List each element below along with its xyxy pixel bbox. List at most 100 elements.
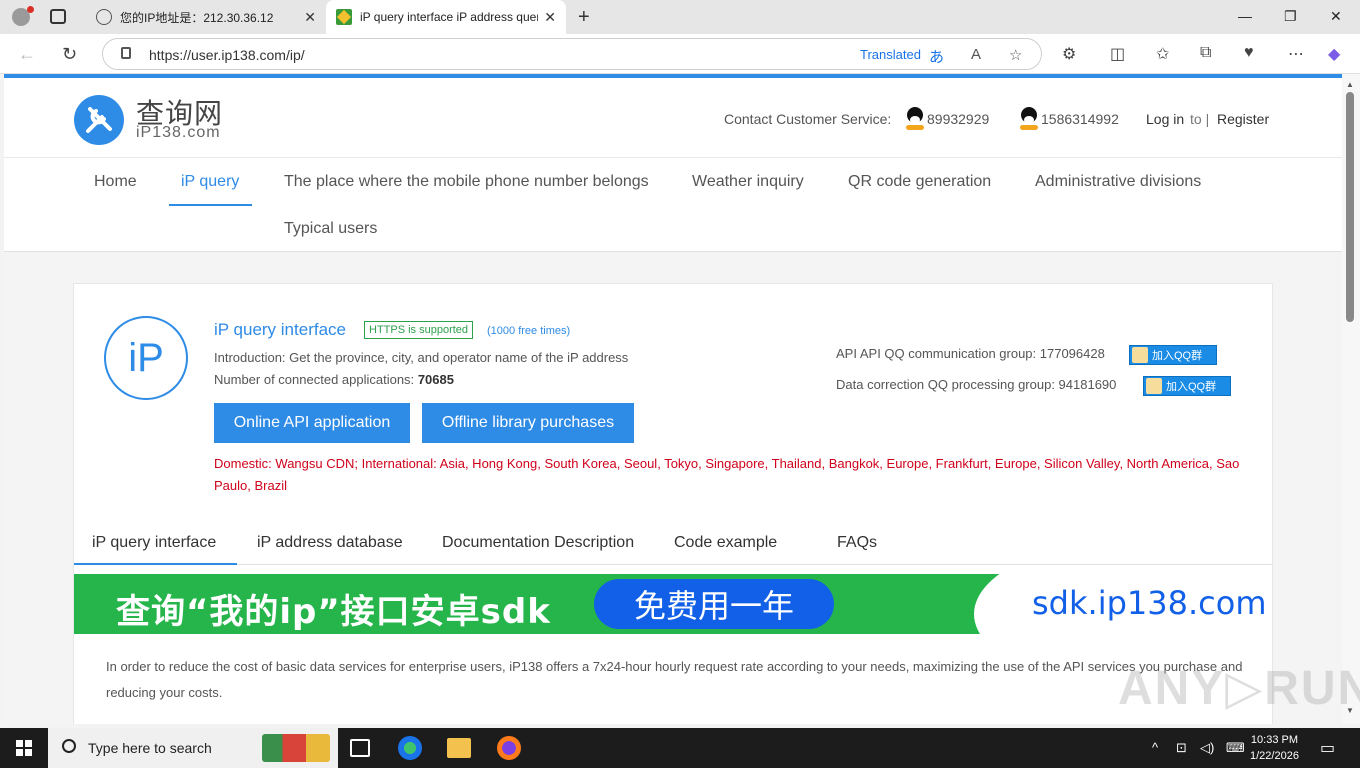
browser-tab-ip-query[interactable]: iP query interface iP address quer ✕ — [326, 0, 566, 34]
favorite-star-icon[interactable]: ☆ — [1009, 46, 1022, 64]
translated-indicator[interactable]: Translated — [860, 47, 921, 62]
contact-label: Contact Customer Service: — [724, 111, 892, 127]
nav-ip-query[interactable]: iP query — [181, 173, 239, 191]
clock-date: 1/22/2026 — [1250, 750, 1299, 762]
server-locations: Domestic: Wangsu CDN; International: Asi… — [214, 456, 1240, 493]
https-badge: HTTPS is supported — [364, 321, 474, 339]
free-times-note: (1000 free times) — [487, 325, 571, 337]
url-text[interactable]: https://user.ip138.com/ip/ — [149, 47, 305, 63]
tray-chevron-icon[interactable]: ^ — [1152, 740, 1158, 755]
tab-active-underline — [74, 563, 237, 565]
login-separator: to | — [1190, 111, 1210, 127]
tab-code-example[interactable]: Code example — [674, 534, 777, 552]
edge-icon[interactable] — [398, 736, 422, 760]
ip-icon-text: iP — [128, 335, 164, 380]
data-qq-group: Data correction QQ processing group: 941… — [836, 377, 1117, 392]
browser-tab-strip: 您的IP地址是：212.30.36.12 ✕ iP query interfac… — [0, 0, 1360, 34]
firefox-icon[interactable] — [497, 736, 521, 760]
tab-faqs[interactable]: FAQs — [837, 534, 877, 552]
favorites-icon[interactable]: ✩ — [1156, 44, 1169, 64]
logo-text-en[interactable]: iP138.com — [136, 124, 221, 142]
extensions-icon[interactable]: ⚙ — [1062, 44, 1076, 64]
translate-icon[interactable]: あ — [929, 46, 944, 67]
clock[interactable]: 10:33 PM 1/22/2026 — [1250, 732, 1299, 764]
tab-title: 您的IP地址是：212.30.36.12 — [120, 10, 274, 25]
scroll-up-icon[interactable]: ▲ — [1346, 80, 1354, 89]
login-link[interactable]: Log in — [1146, 111, 1184, 127]
description-text: In order to reduce the cost of basic dat… — [106, 659, 1243, 700]
qq-penguin-icon — [1020, 107, 1038, 130]
apps-label: Number of connected applications: — [214, 372, 415, 387]
tab-actions-icon[interactable] — [50, 9, 66, 24]
browser-tab-ip-address[interactable]: 您的IP地址是：212.30.36.12 ✕ — [86, 0, 326, 34]
restore-icon[interactable]: ❐ — [1284, 8, 1297, 25]
api-qq-group: API API QQ communication group: 17709642… — [836, 346, 1105, 361]
collections-icon[interactable]: ⧉ — [1200, 44, 1211, 62]
qq-number[interactable]: 1586314992 — [1041, 111, 1119, 127]
sdk-banner[interactable]: 查询“我的ip”接口安卓sdk 免费用一年 sdk.ip138.com — [74, 574, 1272, 634]
tab-documentation[interactable]: Documentation Description — [442, 534, 634, 552]
task-view-icon[interactable] — [350, 739, 370, 757]
ip-icon: iP — [104, 316, 188, 400]
read-aloud-icon[interactable]: A — [971, 46, 981, 63]
ip138-favicon-icon — [336, 9, 352, 25]
join-label: 加入QQ群 — [1152, 350, 1203, 362]
page-viewport: 查询网 iP138.com Contact Customer Service: … — [4, 74, 1342, 724]
join-label: 加入QQ群 — [1166, 381, 1217, 393]
network-icon[interactable]: ⊡ — [1176, 740, 1187, 756]
banner-pill: 免费用一年 — [594, 579, 834, 629]
address-bar[interactable]: https://user.ip138.com/ip/ Translated あ … — [102, 38, 1042, 70]
more-menu-icon[interactable]: ⋯ — [1288, 44, 1304, 64]
apps-count: 70685 — [417, 372, 454, 387]
copilot-icon[interactable]: ◆ — [1328, 44, 1340, 64]
file-explorer-icon[interactable] — [447, 738, 471, 758]
refresh-icon[interactable]: ↻ — [62, 44, 77, 65]
tab-title: iP query interface iP address quer — [360, 10, 539, 24]
close-tab-icon[interactable]: ✕ — [544, 9, 556, 26]
clock-time: 10:33 PM — [1250, 734, 1299, 746]
windows-start-icon[interactable] — [16, 740, 32, 756]
nav-weather[interactable]: Weather inquiry — [692, 173, 804, 191]
tab-ip-query-interface[interactable]: iP query interface — [92, 534, 216, 552]
close-tab-icon[interactable]: ✕ — [304, 9, 316, 26]
nav-mobile-location[interactable]: The place where the mobile phone number … — [284, 173, 649, 191]
anyrun-watermark: ANY▷RUN — [1118, 662, 1360, 715]
nav-typical-users[interactable]: Typical users — [284, 220, 377, 238]
profile-avatar[interactable] — [10, 6, 34, 28]
browser-essentials-icon[interactable]: ♥ — [1244, 44, 1254, 62]
content-tabs: iP query interface iP address database D… — [74, 521, 1272, 565]
notifications-icon[interactable]: ▭ — [1320, 738, 1335, 758]
people-icon — [1146, 378, 1162, 394]
lock-icon[interactable] — [121, 47, 131, 59]
taskbar: Type here to search ^ ⊡ ◁) ⌨ 10:33 PM 1/… — [0, 728, 1360, 768]
join-qq-group-button[interactable]: 加入QQ群 — [1129, 345, 1217, 365]
people-icon — [1132, 347, 1148, 363]
offline-library-button[interactable]: Offline library purchases — [422, 403, 634, 443]
address-bar-row: ← ↻ https://user.ip138.com/ip/ Translate… — [0, 34, 1360, 74]
site-header: 查询网 iP138.com Contact Customer Service: … — [4, 78, 1342, 158]
scroll-thumb[interactable] — [1346, 92, 1354, 322]
nav-home[interactable]: Home — [94, 173, 137, 191]
online-api-button[interactable]: Online API application — [214, 403, 410, 443]
search-icon — [62, 739, 76, 753]
volume-icon[interactable]: ◁) — [1200, 740, 1214, 756]
api-card: iP iP query interface HTTPS is supported… — [73, 283, 1273, 724]
nav-admin-divisions[interactable]: Administrative divisions — [1035, 173, 1201, 191]
new-tab-icon[interactable]: + — [578, 6, 590, 29]
card-intro: Introduction: Get the province, city, an… — [214, 350, 629, 365]
logo-icon[interactable] — [74, 95, 124, 145]
split-screen-icon[interactable]: ◫ — [1110, 44, 1125, 64]
nav-qr-code[interactable]: QR code generation — [848, 173, 991, 191]
back-icon[interactable]: ← — [18, 44, 36, 65]
taskbar-search[interactable]: Type here to search — [48, 728, 338, 768]
minimize-icon[interactable]: — — [1238, 8, 1252, 24]
join-qq-group-button[interactable]: 加入QQ群 — [1143, 376, 1231, 396]
connected-apps: Number of connected applications: 70685 — [214, 372, 454, 387]
page-scrollbar[interactable]: ▲ ▼ — [1342, 74, 1360, 724]
search-placeholder: Type here to search — [88, 740, 212, 756]
register-link[interactable]: Register — [1217, 111, 1269, 127]
close-window-icon[interactable]: ✕ — [1330, 8, 1342, 25]
tab-ip-database[interactable]: iP address database — [257, 534, 403, 552]
input-icon[interactable]: ⌨ — [1226, 740, 1245, 756]
qq-number[interactable]: 89932929 — [927, 111, 989, 127]
